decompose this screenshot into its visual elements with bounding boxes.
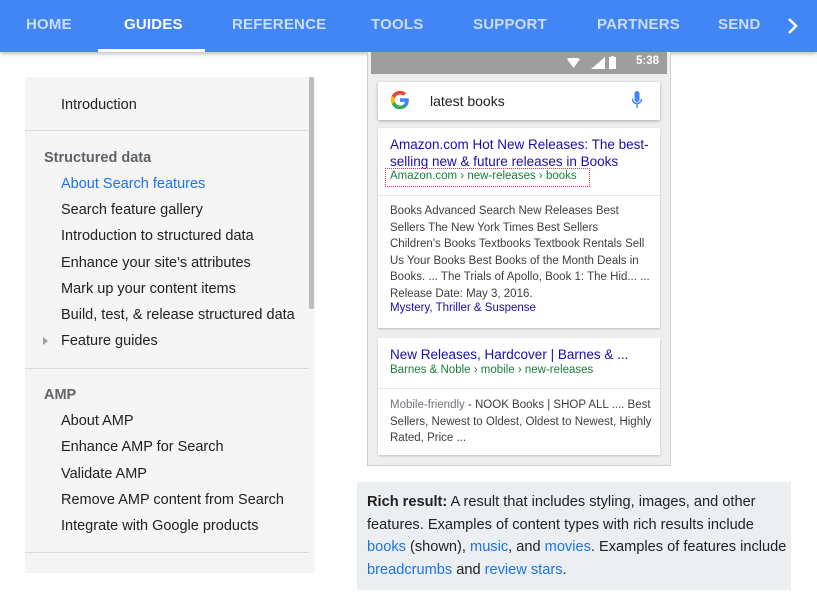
tab-reference[interactable]: REFERENCE <box>232 0 326 52</box>
caret-right-icon[interactable] <box>43 337 48 345</box>
tab-partners[interactable]: PARTNERS <box>597 0 680 52</box>
sidebar-item-introduction[interactable]: Introduction <box>61 97 137 113</box>
result-snippet: Books Advanced Search New Releases Best … <box>390 205 650 300</box>
sidebar-item-about-amp[interactable]: About AMP <box>61 413 134 429</box>
tab-support[interactable]: SUPPORT <box>473 0 547 52</box>
tab-send[interactable]: SEND <box>718 0 760 52</box>
signal-icon <box>591 57 605 69</box>
search-query: latest books <box>430 93 505 109</box>
sidebar-item-remove-amp[interactable]: Remove AMP content from Search <box>61 492 284 508</box>
sidebar-item-about-search-features[interactable]: About Search features <box>61 176 205 192</box>
link-movies[interactable]: movies <box>545 539 591 555</box>
mobile-friendly-label: Mobile-friendly <box>390 399 465 411</box>
result-title[interactable]: Amazon.com Hot New Releases: The best-se… <box>390 136 652 170</box>
link-review-stars[interactable]: review stars <box>485 562 563 578</box>
link-music[interactable]: music <box>470 539 508 555</box>
sidebar-heading-amp: AMP <box>44 387 77 403</box>
sidebar-item-intro-structured-data[interactable]: Introduction to structured data <box>61 228 254 244</box>
result-url[interactable]: Barnes & Noble › mobile › new-releases <box>390 364 593 376</box>
sidebar-divider <box>25 368 309 369</box>
google-logo-icon <box>390 90 409 110</box>
search-box[interactable] <box>378 82 660 120</box>
sidebar-divider <box>25 130 309 131</box>
result-url[interactable]: Amazon.com › new-releases › books <box>390 170 577 182</box>
card-divider <box>378 388 660 389</box>
battery-icon <box>609 56 616 69</box>
tab-home[interactable]: HOME <box>26 0 72 52</box>
sidebar-item-mark-up-content[interactable]: Mark up your content items <box>61 281 236 297</box>
result-sitelink[interactable]: Mystery, Thriller & Suspense <box>390 302 536 314</box>
sidebar-item-enhance-amp[interactable]: Enhance AMP for Search <box>61 439 224 455</box>
sidebar-item-build-test-release[interactable]: Build, test, & release structured data <box>61 307 295 323</box>
sidebar-item-validate-amp[interactable]: Validate AMP <box>61 466 147 482</box>
phone-status-bar: 5:38 <box>371 52 667 74</box>
link-breadcrumbs[interactable]: breadcrumbs <box>367 562 452 578</box>
link-books[interactable]: books <box>367 539 406 555</box>
top-nav: HOME GUIDES REFERENCE TOOLS SUPPORT PART… <box>0 0 817 52</box>
result-snippet: Mobile-friendly - NOOK Books | SHOP ALL … <box>390 399 652 444</box>
tab-tools[interactable]: TOOLS <box>371 0 423 52</box>
result-title[interactable]: New Releases, Hardcover | Barnes & ... <box>390 346 652 363</box>
card-divider <box>378 195 660 196</box>
sidebar-item-enhance-attributes[interactable]: Enhance your site's attributes <box>61 255 251 271</box>
sidebar-divider <box>25 552 309 553</box>
sidebar-scrollbar[interactable] <box>309 77 314 309</box>
wifi-icon <box>567 58 580 68</box>
active-tab-indicator <box>98 49 205 52</box>
microphone-icon[interactable] <box>631 90 643 110</box>
chevron-right-icon[interactable] <box>775 0 811 52</box>
phone-clock: 5:38 <box>635 55 659 67</box>
sidebar-item-feature-guides[interactable]: Feature guides <box>61 333 158 349</box>
sidebar-item-integrate-google[interactable]: Integrate with Google products <box>61 518 258 534</box>
caption-text: Rich result: A result that includes styl… <box>367 494 787 578</box>
sidebar-item-search-feature-gallery[interactable]: Search feature gallery <box>61 202 203 218</box>
caption-label: Rich result: <box>367 494 448 510</box>
sidebar-heading-structured-data: Structured data <box>44 150 152 166</box>
tab-guides[interactable]: GUIDES <box>124 0 183 52</box>
